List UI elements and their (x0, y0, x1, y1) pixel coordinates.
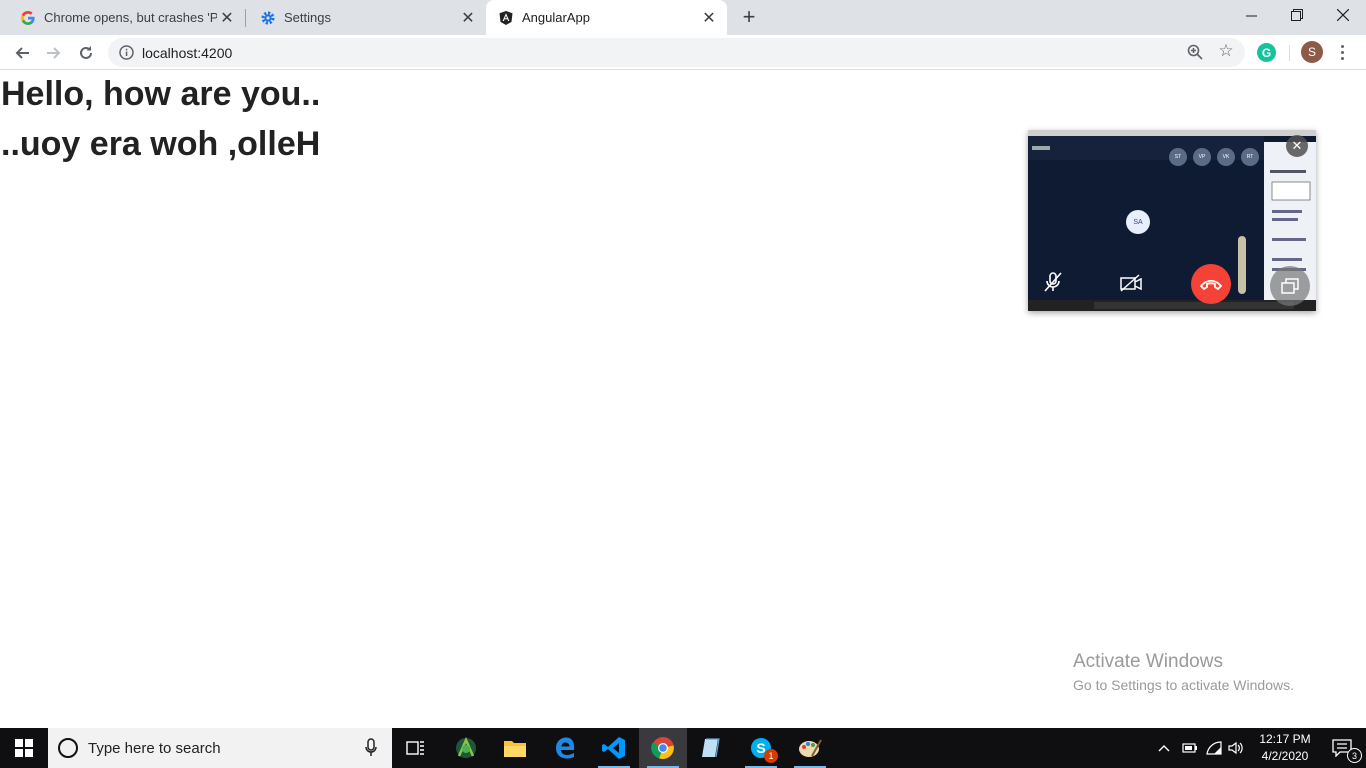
back-icon[interactable] (8, 39, 36, 67)
end-call-button[interactable] (1191, 264, 1231, 304)
hang-up-icon (1200, 279, 1222, 290)
wifi-icon[interactable] (1204, 728, 1224, 768)
tab-title: AngularApp (522, 10, 590, 25)
watermark-title: Activate Windows (1073, 651, 1223, 672)
angular-icon (498, 10, 514, 26)
camera-off-icon[interactable] (1118, 271, 1144, 295)
participant-avatar: RT (1241, 148, 1259, 166)
vscode-icon[interactable] (590, 728, 638, 768)
forward-icon[interactable] (40, 39, 68, 67)
tab-close-icon[interactable]: ✕ (699, 8, 719, 28)
google-g-icon (20, 10, 36, 26)
mute-microphone-icon[interactable] (1040, 269, 1066, 295)
tab-angularapp[interactable]: AngularApp ✕ (486, 0, 727, 35)
reversed-greeting-heading: ..uoy era woh ,olleH (1, 125, 321, 163)
clock-date: 4/2/2020 (1261, 749, 1309, 763)
close-window-icon[interactable] (1320, 0, 1366, 30)
chrome-menu-icon[interactable] (1334, 41, 1350, 63)
tab-close-icon[interactable]: ✕ (458, 8, 478, 28)
taskbar-search-box[interactable]: Type here to search (48, 728, 392, 768)
watermark-subtitle: Go to Settings to activate Windows. (1073, 677, 1294, 693)
tab-settings[interactable]: Settings ✕ (240, 0, 486, 35)
activate-windows-watermark: Activate Windows Go to Settings to activ… (1073, 651, 1294, 693)
bookmark-star-icon[interactable]: ☆ (1217, 42, 1235, 60)
reaction-bar (1238, 236, 1246, 294)
file-explorer-icon[interactable] (491, 728, 539, 768)
picture-in-picture-window[interactable]: ST VP VK RT SA ✕ (1028, 130, 1316, 311)
minimize-icon[interactable] (1228, 0, 1274, 30)
notification-count-badge: 3 (1347, 748, 1362, 763)
page-content: Hello, how are you.. ..uoy era woh ,olle… (0, 71, 1366, 728)
address-bar[interactable]: localhost:4200 ☆ (108, 38, 1245, 67)
participant-avatar: VK (1217, 148, 1235, 166)
reload-icon[interactable] (72, 39, 100, 67)
zoom-icon[interactable] (1187, 44, 1203, 60)
tab-chrome-crashes[interactable]: Chrome opens, but crashes 'Page ✕ (0, 0, 245, 35)
settings-gear-icon (260, 10, 276, 26)
new-tab-button[interactable]: + (737, 4, 761, 29)
microphone-icon[interactable] (364, 738, 378, 758)
system-clock[interactable]: 12:17 PM 4/2/2020 (1250, 731, 1320, 765)
greeting-heading: Hello, how are you.. (1, 75, 321, 113)
pip-close-icon[interactable]: ✕ (1286, 135, 1308, 157)
expand-window-icon (1281, 278, 1299, 294)
show-hidden-icons-icon[interactable] (1156, 728, 1172, 768)
participant-avatar: VP (1193, 148, 1211, 166)
volume-icon[interactable] (1226, 728, 1246, 768)
toolbar-divider (1289, 45, 1290, 61)
paint-icon[interactable] (786, 728, 834, 768)
speaker-avatar: SA (1126, 210, 1150, 234)
search-placeholder: Type here to search (88, 740, 221, 757)
chrome-taskbar-icon[interactable] (639, 728, 687, 768)
tab-title: Settings (284, 10, 331, 25)
windows-taskbar: Type here to search S 1 12:17 PM 4/2/202… (0, 728, 1366, 768)
clock-time: 12:17 PM (1259, 732, 1311, 746)
restore-icon[interactable] (1274, 0, 1320, 30)
browser-toolbar: localhost:4200 ☆ G S (0, 35, 1366, 70)
android-studio-icon[interactable] (442, 728, 490, 768)
edge-icon[interactable] (541, 728, 589, 768)
battery-icon[interactable] (1180, 728, 1200, 768)
browser-tabstrip: Chrome opens, but crashes 'Page ✕ Settin… (0, 0, 1366, 35)
profile-avatar[interactable]: S (1301, 41, 1323, 63)
url-text[interactable]: localhost:4200 (142, 45, 232, 61)
back-to-tab-button[interactable] (1270, 266, 1310, 306)
start-button[interactable] (0, 728, 48, 768)
tab-title: Chrome opens, but crashes 'Page (44, 10, 217, 25)
windows-logo-icon (15, 739, 33, 757)
participant-avatar: ST (1169, 148, 1187, 166)
notepad-icon[interactable] (688, 728, 736, 768)
grammarly-extension-icon[interactable]: G (1257, 43, 1276, 62)
skype-badge: 1 (764, 749, 778, 763)
skype-icon[interactable]: S 1 (737, 728, 785, 768)
action-center-button[interactable]: 3 (1318, 728, 1366, 768)
participant-strip: ST VP VK RT (1169, 148, 1259, 166)
tab-close-icon[interactable]: ✕ (217, 8, 237, 28)
task-view-icon[interactable] (392, 728, 440, 768)
cortana-icon (58, 738, 78, 758)
site-info-icon[interactable] (119, 45, 134, 60)
